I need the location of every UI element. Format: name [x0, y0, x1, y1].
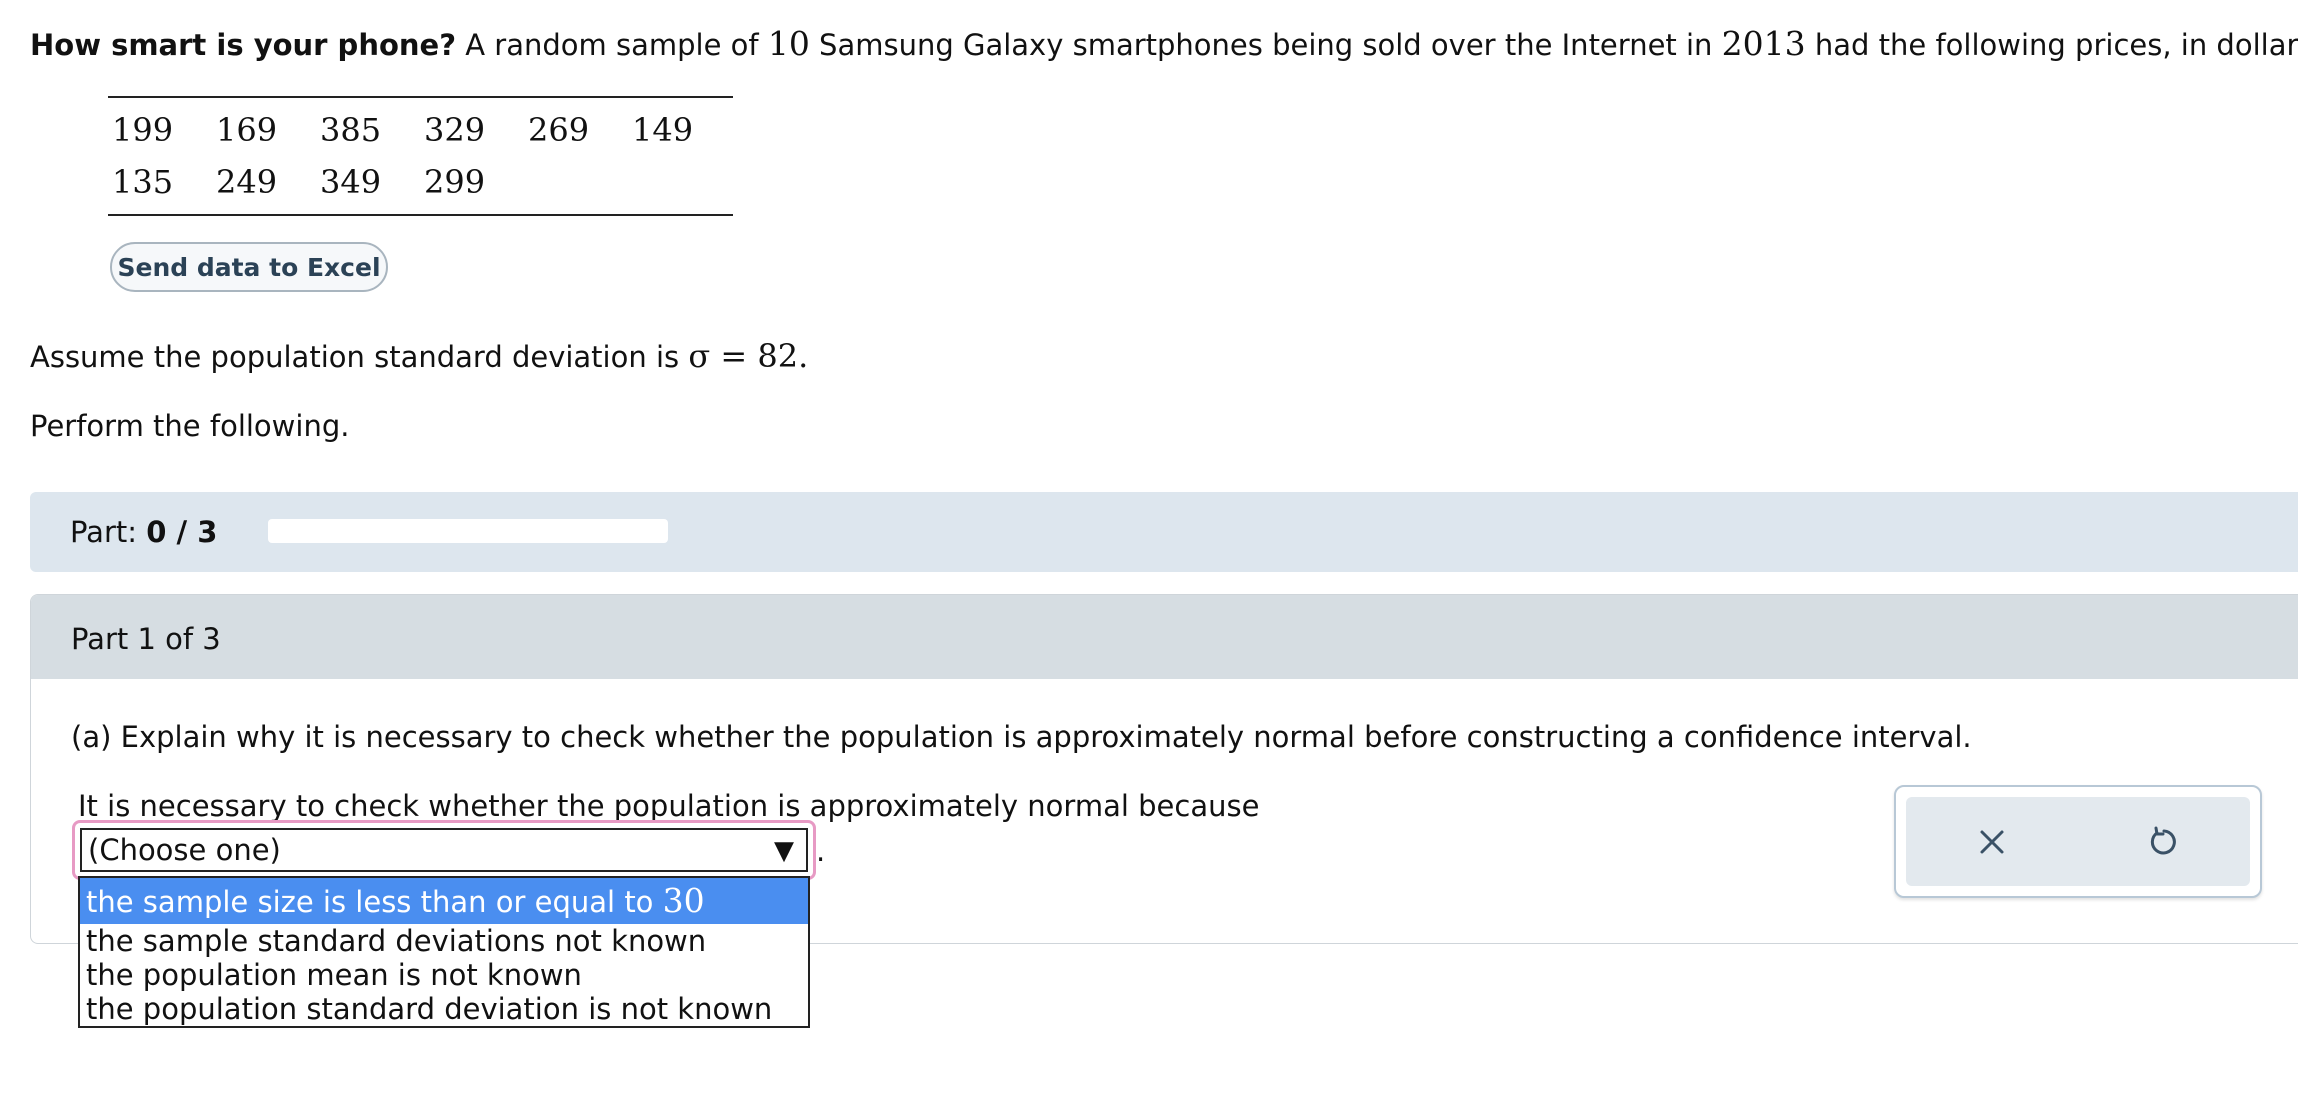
option-number: 30 — [662, 881, 705, 920]
intro-text-2: Samsung Galaxy smartphones being sold ov… — [809, 28, 1722, 62]
table-cell: 299 — [424, 163, 486, 201]
intro-text: How smart is your phone? A random sample… — [30, 22, 2298, 67]
table-cell: 385 — [320, 111, 382, 149]
part-panel-header: Part 1 of 3 — [31, 595, 2298, 679]
assumption-label: Assume the population standard deviation… — [30, 340, 689, 374]
option-text: the sample size is less than or equal to — [86, 885, 663, 919]
option-population-sd[interactable]: the population standard deviation is not… — [80, 992, 808, 1026]
sigma-value: σ = 82. — [688, 337, 809, 375]
perform-text: Perform the following. — [30, 409, 350, 443]
close-icon — [1977, 827, 2007, 857]
table-cell: 269 — [528, 111, 590, 149]
dropdown-arrow-icon: ▼ — [774, 836, 794, 866]
statement-period: . — [816, 834, 826, 868]
progress-track — [268, 519, 668, 543]
option-population-mean[interactable]: the population mean is not known — [80, 958, 808, 992]
part-progress-label: Part: 0 / 3 — [70, 512, 217, 552]
select-value: (Choose one) — [88, 833, 281, 867]
table-row: 199 169 385 329 269 149 — [108, 104, 733, 156]
table-cell: 249 — [216, 163, 278, 201]
table-row: 135 249 349 299 — [108, 156, 733, 208]
answer-select-focus-ring: (Choose one) ▼ — [72, 820, 816, 880]
intro-bold: How smart is your phone? — [30, 28, 457, 62]
question-text: (a) Explain why it is necessary to check… — [71, 720, 1972, 754]
undo-icon — [2147, 825, 2181, 859]
reset-button[interactable] — [2078, 797, 2250, 886]
table-cell: 135 — [112, 163, 174, 201]
answer-tools-inner — [1906, 797, 2250, 886]
answer-tools — [1894, 785, 2262, 898]
part-label: Part: — [70, 515, 138, 549]
table-cell: 149 — [632, 111, 694, 149]
answer-select[interactable]: (Choose one) ▼ — [80, 828, 808, 872]
table-cell: 349 — [320, 163, 382, 201]
table-cell: 169 — [216, 111, 278, 149]
intro-text-1: A random sample of — [456, 28, 768, 62]
option-sample-sd[interactable]: the sample standard deviations not known — [80, 924, 808, 958]
part-progress-bar: Part: 0 / 3 — [30, 492, 2298, 572]
part-title: Part 1 of 3 — [71, 622, 221, 656]
table-cell: 329 — [424, 111, 486, 149]
sample-size: 10 — [767, 24, 810, 63]
assumption-text: Assume the population standard deviation… — [30, 334, 808, 379]
send-to-excel-button[interactable]: Send data to Excel — [110, 242, 388, 292]
intro-text-3: had the following prices, in dollars: — [1805, 28, 2298, 62]
part-count: 0 / 3 — [146, 515, 218, 549]
year: 2013 — [1721, 24, 1806, 63]
dropdown-options: the sample size is less than or equal to… — [78, 876, 810, 1028]
clear-button[interactable] — [1906, 797, 2078, 886]
table-cell: 199 — [112, 111, 174, 149]
option-sample-size[interactable]: the sample size is less than or equal to… — [80, 878, 808, 924]
price-table: 199 169 385 329 269 149 135 249 349 299 — [108, 96, 733, 216]
